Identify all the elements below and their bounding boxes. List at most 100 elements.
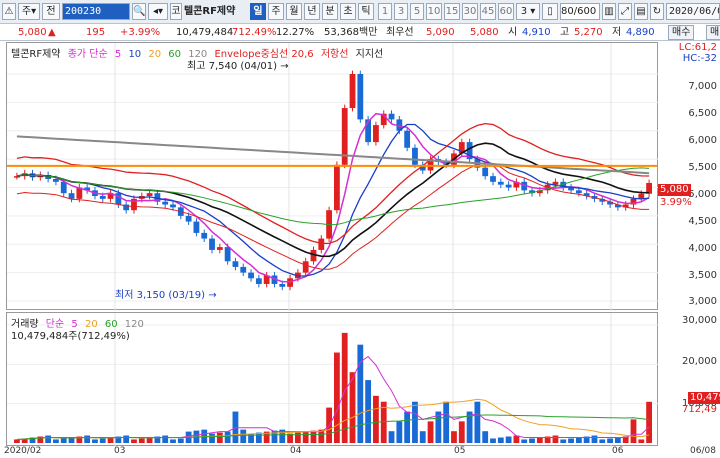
volume-bar [646,401,652,443]
volume-bar [53,439,59,443]
volume-bar [458,421,465,443]
period-tick[interactable]: 틱 [358,3,374,20]
change-pct: +3.99% [120,27,161,38]
high-annotation: 최고 7,540 (04/01) → [187,61,289,72]
legend-ma10: 10 [128,49,142,60]
candle-body [490,176,496,182]
speaker-icon[interactable]: ◂▾ [148,3,168,20]
low-annotation-text: 최저 3,150 (03/19) [115,290,206,301]
volume-bar [591,435,598,443]
price-tick: 3,000 [688,296,717,307]
fit-icon[interactable]: ⤢ [618,3,632,20]
chart-type-icon[interactable]: ▯ [542,3,558,20]
menu-icon[interactable]: ⚠ [2,3,16,20]
volume-bar [209,433,215,443]
volume-bar [451,431,457,443]
count-input[interactable]: 80/600 [560,3,600,20]
buy-button[interactable]: 매수 [668,25,695,40]
volume-bar [373,395,379,443]
trade-amount: 53,368백만 [324,27,378,38]
price-tick: 6,500 [688,108,717,119]
period-day[interactable]: 일 [250,3,266,20]
candle-body [240,266,247,273]
date-input[interactable]: 2020/06/0 [666,3,720,20]
legend-resistance: 저항선 [320,49,349,60]
x-label: 06/08 [690,446,716,456]
volume-bar [536,437,543,443]
period-week[interactable]: 주 [268,3,284,20]
candle-body [412,147,418,165]
volume-bar [427,421,434,443]
candle-body [248,272,254,279]
volume-bar [216,432,223,443]
period-month[interactable]: 월 [286,3,302,20]
candle-body [575,190,582,194]
volume-bar [84,435,91,443]
volume-bar [388,431,395,443]
interval-5[interactable]: 5 [410,3,424,20]
interval-1[interactable]: 1 [378,3,392,20]
interval-15[interactable]: 15 [444,3,460,20]
low-price: 4,890 [626,27,655,38]
x-label: 03 [114,446,126,456]
volume-pct-tag: 712,49 [682,404,717,415]
turnover: 12.27% [276,27,315,38]
volume-pane[interactable]: 거래량 단순 5 20 60 120 10,479,484주(712,49%) [6,312,659,447]
volume-tick: 20,000 [682,356,717,367]
period-year[interactable]: 년 [304,3,320,20]
price-pane[interactable]: 텔콘RF제약 종가 단순 5 10 20 60 120 Envelope중심선 … [6,42,659,311]
zoom-icon[interactable]: ▥ [602,3,616,20]
type-select[interactable]: 주▾ [18,3,40,20]
candle-body [60,181,67,194]
low-annotation: 최저 3,150 (03/19) → [115,290,217,301]
volume-bar [599,439,606,443]
volume-bar [107,437,114,443]
volume-bar [505,436,512,443]
all-button[interactable]: 전 [42,3,60,20]
change-arrow: ▲ [48,27,56,38]
candle-body [99,196,106,199]
x-label: 04 [290,446,302,456]
order-button[interactable]: 매 [706,25,720,40]
interval-30[interactable]: 30 [462,3,478,20]
volume-bar [131,439,137,443]
candle-body [373,125,379,143]
volume: 10,479,484 [176,27,234,38]
volume-bar [412,401,418,443]
search-icon[interactable]: 🔍 [132,3,146,20]
refresh-icon[interactable]: ↻ [650,3,664,20]
period-second[interactable]: 초 [340,3,356,20]
axis-top-label-2: HC:-32 [682,53,717,64]
volume-bar [474,401,481,443]
period-minute[interactable]: 분 [322,3,338,20]
price-tick: 5,500 [688,162,717,173]
x-label: 06 [612,446,624,456]
interval-45[interactable]: 45 [480,3,496,20]
chart-icon[interactable]: ▤ [634,3,648,20]
interval-10[interactable]: 10 [426,3,442,20]
ask-price: 5,090 [426,27,455,38]
volume-tick: 30,000 [682,315,717,326]
volume-bar [357,344,364,443]
candle-body [287,278,293,287]
volume-bar [162,435,169,443]
interval-select[interactable]: 3 ▾ [516,3,540,20]
ma20-line [16,142,650,258]
candle-body [216,247,223,250]
volume-current-tag: 10,479 [688,392,720,404]
volume-bar [638,439,645,443]
x-label: 05 [454,446,466,456]
volume-bar [240,429,247,443]
volume-value: 10,479,484주(712,49%) [11,331,130,342]
low-label: 저 [612,27,622,38]
candle-body [201,232,208,239]
interval-60[interactable]: 60 [498,3,514,20]
type-select-label: 주 [21,6,32,17]
toolbar: ⚠ 주▾ 전 200230 🔍 ◂▾ 코 텔콘RF제약 일 주 월 년 분 초 … [0,0,720,24]
candle-body [357,74,364,120]
volume-bar [123,435,130,443]
stock-name: 텔콘RF제약 [184,6,236,17]
interval-3[interactable]: 3 [394,3,408,20]
stock-code-input[interactable]: 200230 [62,3,130,20]
volume-bar [568,438,574,443]
